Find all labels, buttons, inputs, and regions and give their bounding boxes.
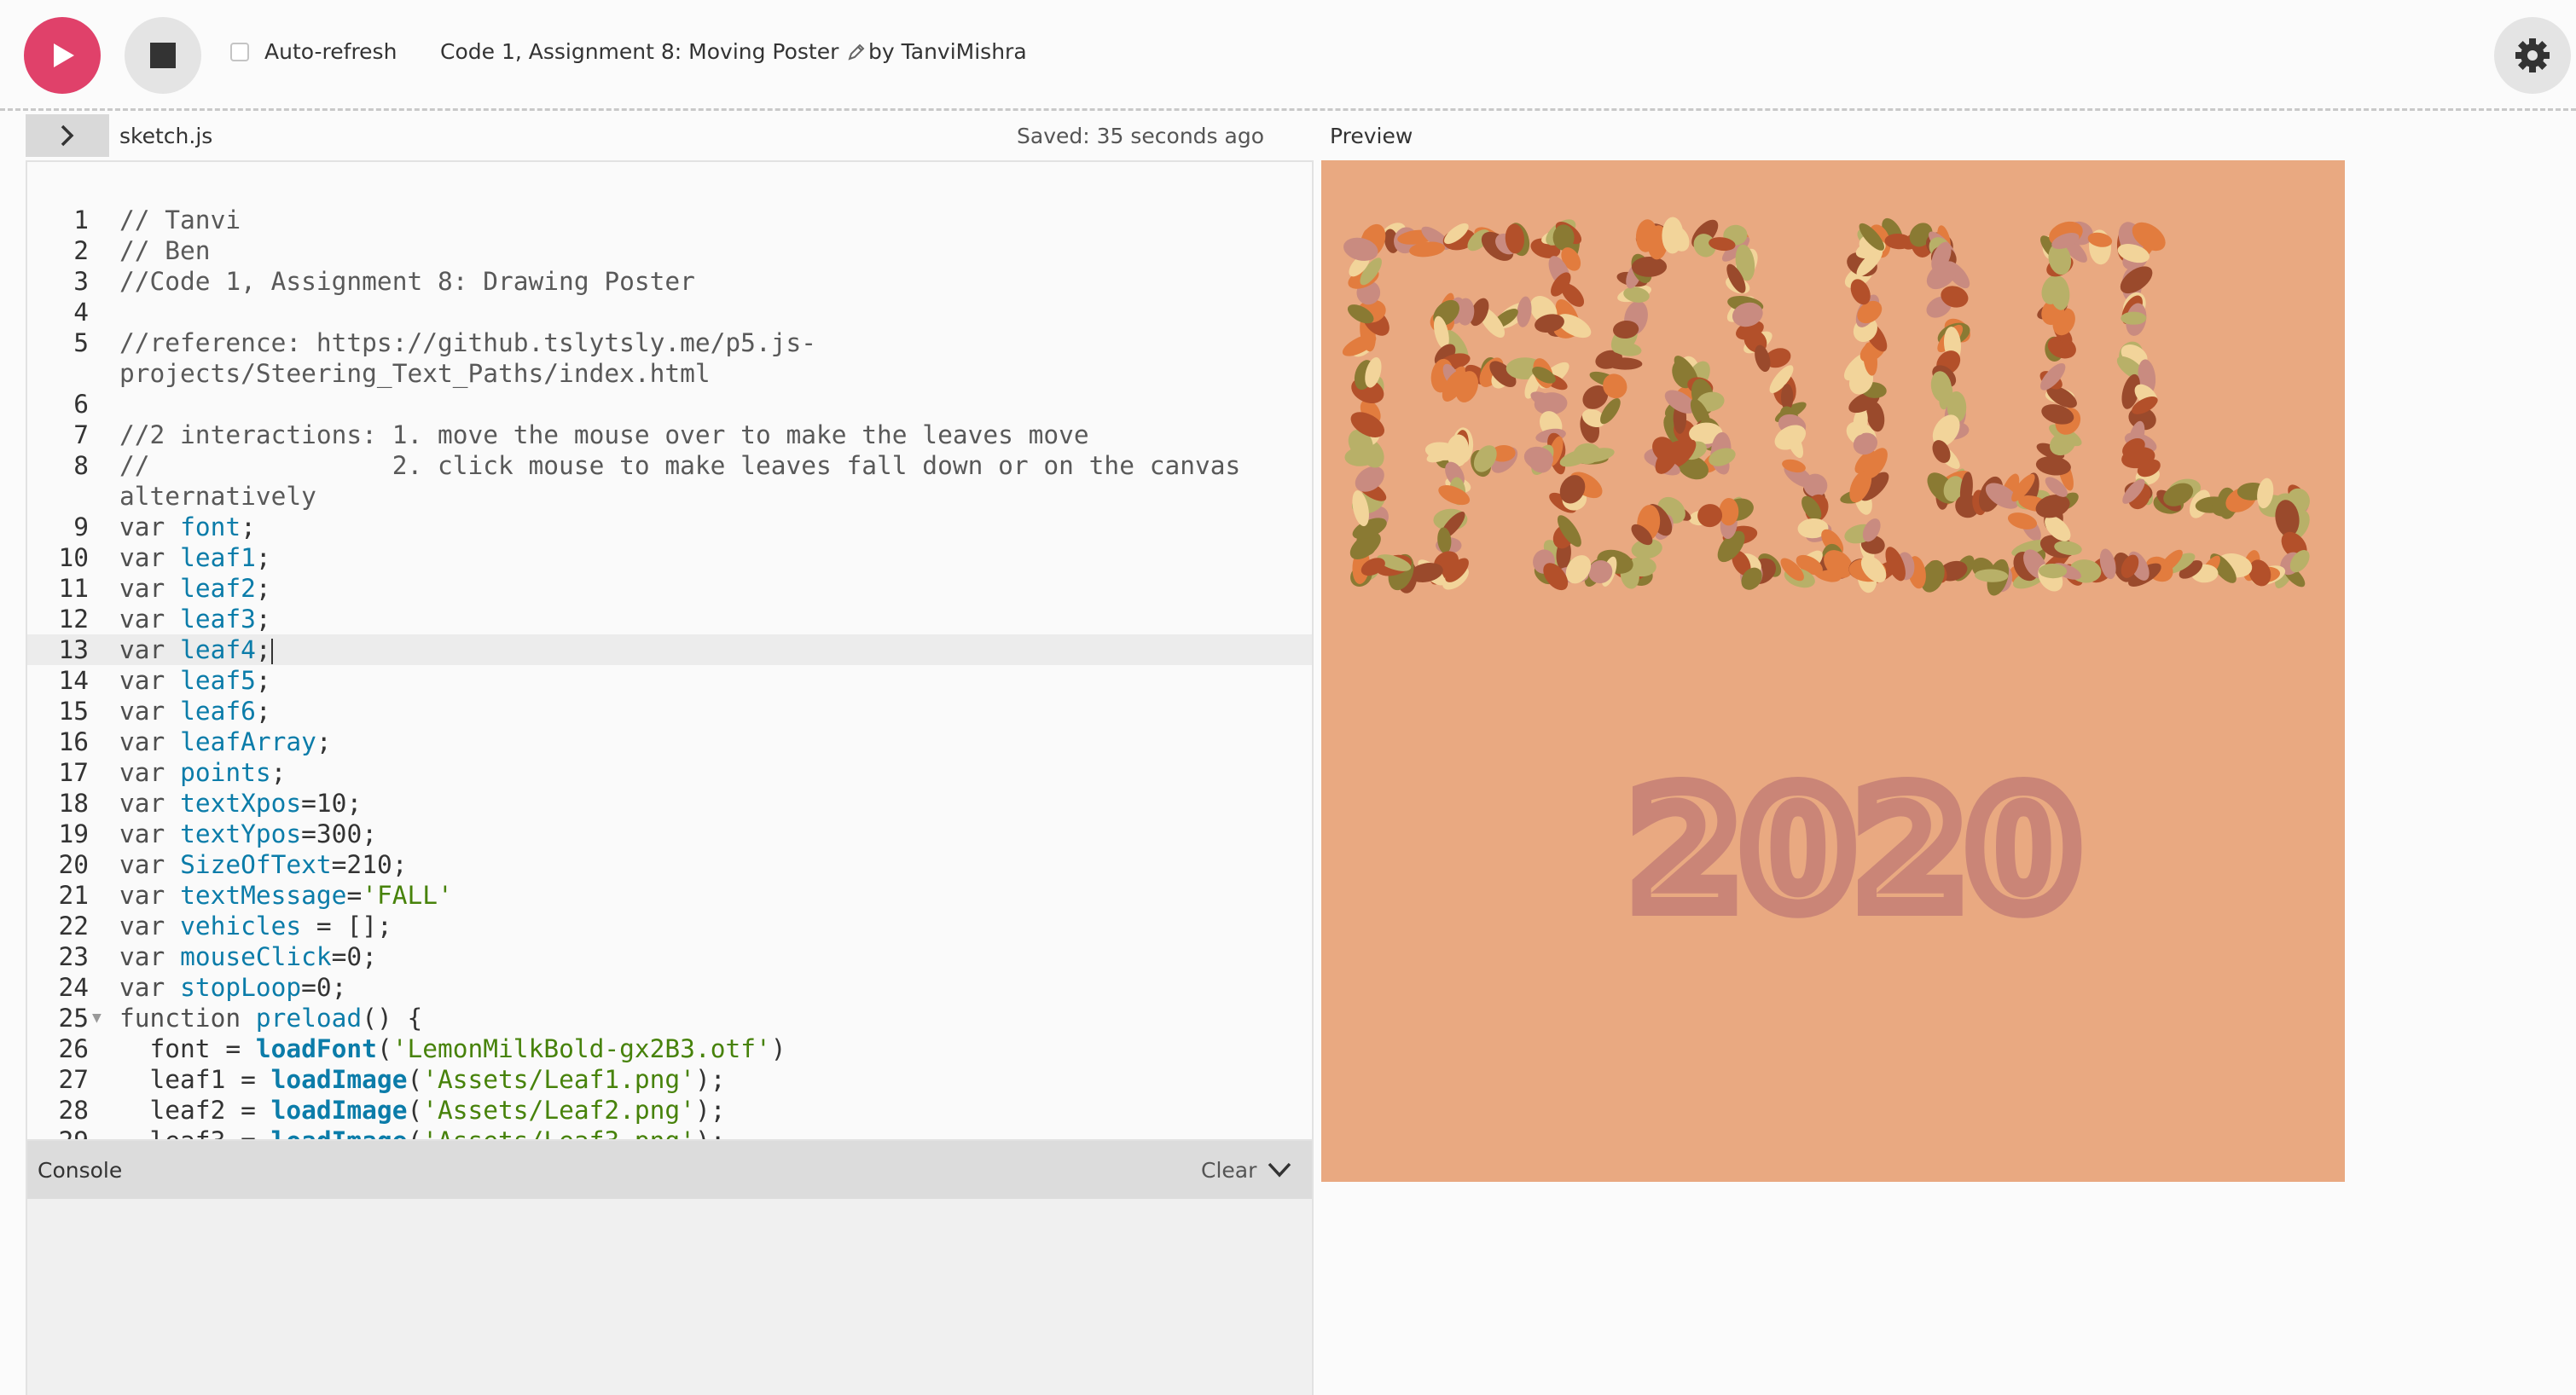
- play-icon: [54, 43, 74, 67]
- code-line: 22 var vehicles = [];: [58, 912, 392, 941]
- leaf: [1552, 224, 1575, 251]
- chevron-right-icon: [61, 124, 74, 147]
- code-line: 20 var SizeOfText=210;: [58, 850, 408, 879]
- settings-button[interactable]: [2494, 17, 2571, 94]
- code-editor[interactable]: 1// Tanvi 2// Ben 3//Code 1, Assignment …: [26, 160, 1314, 1141]
- preview-canvas[interactable]: 2020 FALL: [1321, 160, 2345, 1182]
- stop-button[interactable]: [125, 17, 201, 94]
- gear-icon: [2515, 38, 2550, 72]
- code-line: 8// 2. click mouse to make leaves fall d…: [73, 451, 1241, 511]
- code-line: 14 var leaf5;: [58, 666, 271, 695]
- poster-artwork: 2020 FALL: [1342, 217, 2310, 954]
- code-line: 21 var textMessage='FALL': [58, 881, 453, 910]
- code-line: 3//Code 1, Assignment 8: Drawing Poster: [73, 267, 695, 296]
- code-line: 17 var points;: [58, 758, 287, 787]
- code-line: 16 var leafArray;: [58, 727, 332, 756]
- code-line: 23 var mouseClick=0;: [58, 942, 377, 971]
- chevron-down-icon[interactable]: [1266, 1156, 1293, 1184]
- author-byline: by TanviMishra: [868, 39, 1027, 64]
- console-clear-button[interactable]: Clear: [1201, 1158, 1256, 1183]
- code-line: 29 leaf3 = loadImage('Assets/Leaf3.png')…: [58, 1126, 726, 1141]
- preview-label: Preview: [1330, 124, 1413, 148]
- code-line: 25 ▼ function preload() {: [58, 1003, 423, 1033]
- leaf: [2121, 311, 2147, 325]
- file-tab-name: sketch.js: [119, 124, 213, 148]
- poster-word-text: FALL: [1824, 614, 1843, 623]
- auto-refresh-toggle[interactable]: Auto-refresh: [230, 39, 397, 64]
- code-line: 1// Tanvi: [73, 205, 241, 234]
- poster-year-text: 2020: [1629, 756, 2080, 945]
- code-line: 12 var leaf3;: [58, 605, 271, 634]
- fold-arrow-icon[interactable]: ▼: [92, 1003, 102, 1033]
- code-line: 10 var leaf1;: [58, 543, 271, 572]
- code-line: 24 var stopLoop=0;: [58, 973, 347, 1002]
- code-line: 18 var textXpos=10;: [58, 789, 363, 818]
- expand-sidebar-button[interactable]: [26, 114, 109, 157]
- code-line: 7//2 interactions: 1. move the mouse ove…: [73, 420, 1089, 449]
- code-line: 5//reference: https://github.tslytsly.me…: [73, 328, 816, 388]
- saved-status: Saved: 35 seconds ago: [1017, 124, 1264, 148]
- code-content[interactable]: 1// Tanvi 2// Ben 3//Code 1, Assignment …: [27, 205, 1312, 1141]
- auto-refresh-checkbox[interactable]: [230, 42, 249, 61]
- code-line: 4: [73, 298, 89, 327]
- code-line: 6: [73, 390, 89, 419]
- code-line: 27 leaf1 = loadImage('Assets/Leaf1.png')…: [58, 1065, 726, 1094]
- sketch-title-text: Code 1, Assignment 8: Moving Poster: [440, 39, 839, 64]
- sketch-title[interactable]: Code 1, Assignment 8: Moving Poster: [440, 39, 866, 64]
- console-title: Console: [38, 1158, 123, 1183]
- console-panel: Console Clear: [26, 1141, 1314, 1395]
- stop-icon: [150, 43, 176, 68]
- toolbar: Auto-refresh Code 1, Assignment 8: Movin…: [0, 0, 2576, 111]
- code-line: 19 var textYpos=300;: [58, 819, 377, 848]
- code-line: 11 var leaf2;: [58, 574, 271, 603]
- leaf-outline-layer: [1342, 217, 2310, 596]
- code-line: 15 var leaf6;: [58, 697, 271, 726]
- code-line: 9 var font;: [73, 512, 256, 541]
- code-line: 2// Ben: [73, 236, 211, 265]
- console-header: Console Clear: [27, 1141, 1312, 1199]
- play-button[interactable]: [24, 17, 101, 94]
- code-line: 28 leaf2 = loadImage('Assets/Leaf2.png')…: [58, 1096, 726, 1125]
- toolbar-divider: [0, 108, 2576, 111]
- auto-refresh-label: Auto-refresh: [264, 39, 397, 64]
- pencil-icon[interactable]: [847, 43, 866, 61]
- code-line-active: 13 var leaf4;: [27, 634, 1312, 665]
- code-line: 26 font = loadFont('LemonMilkBold-gx2B3.…: [58, 1034, 786, 1063]
